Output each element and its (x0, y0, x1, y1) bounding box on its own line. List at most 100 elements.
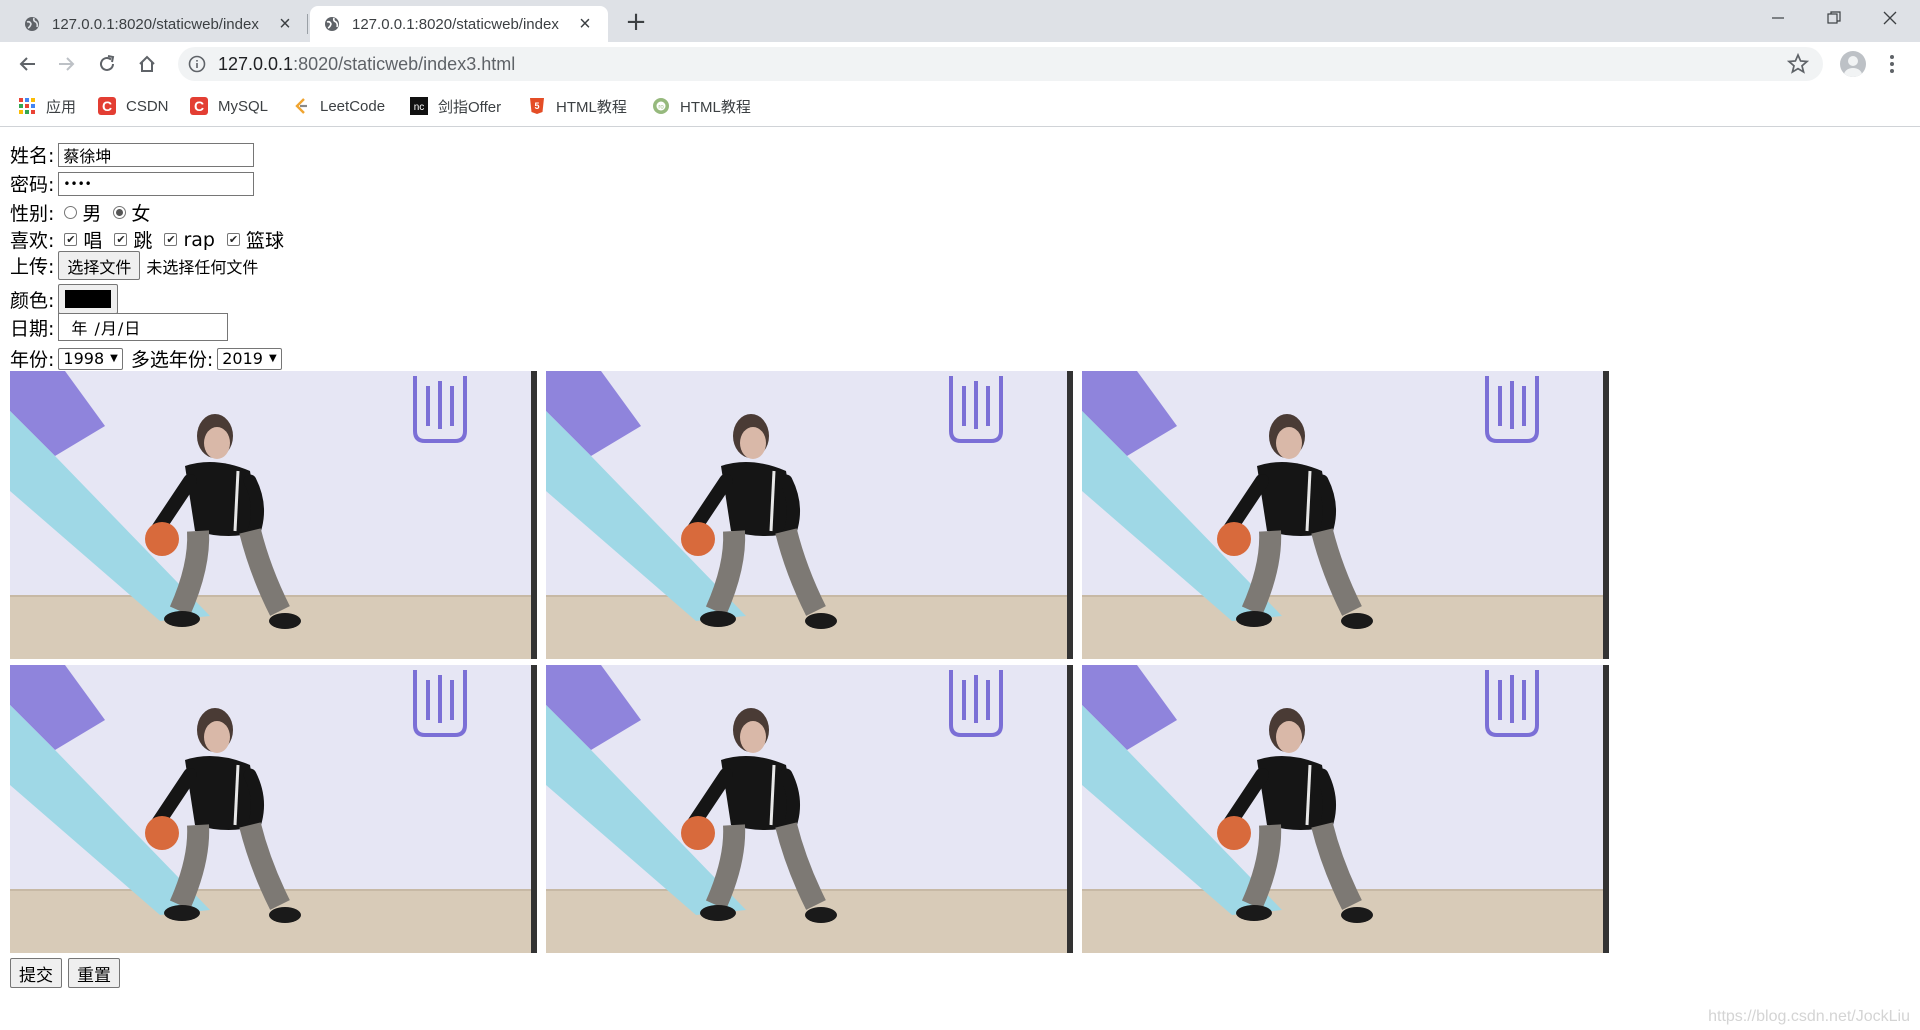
profile-avatar-icon[interactable] (1840, 51, 1866, 77)
bookmark-label: 应用 (46, 98, 77, 116)
basketball-dribble-gif (546, 665, 1073, 953)
back-arrow-icon[interactable] (13, 50, 41, 78)
dropdown-arrow-icon: ▼ (268, 353, 277, 364)
date-row: 日期: 年 /月/日 (10, 313, 229, 341)
bookmark-leetcode[interactable]: LeetCode (292, 94, 385, 118)
color-picker[interactable] (58, 284, 119, 314)
new-tab-plus-icon[interactable]: + (624, 9, 648, 35)
bookmark-html-tutorial-2[interactable]: ro HTML教程 (652, 94, 751, 118)
hobby-sing-label: 唱 (83, 230, 103, 252)
submit-button[interactable]: 提交 (10, 958, 62, 988)
url-host: 127.0.0.1 (218, 54, 294, 74)
tab-divider (307, 14, 308, 34)
url-path: :8020/staticweb/index3.html (293, 54, 516, 74)
multi-year-select-value: 2019 (222, 349, 263, 368)
bookmark-label: CSDN (126, 97, 169, 115)
bookmark-csdn[interactable]: C CSDN (98, 94, 169, 118)
file-status-text: 未选择任何文件 (146, 257, 259, 277)
hobby-dance-checkbox[interactable]: ✔ (114, 233, 128, 246)
dropdown-arrow-icon: ▼ (110, 353, 118, 364)
bookmark-html-tutorial-1[interactable]: 5 HTML教程 (528, 94, 627, 118)
address-bar[interactable]: 127.0.0.1:8020/staticweb/index3.html (178, 47, 1823, 81)
svg-text:nc: nc (414, 102, 425, 113)
year-select-value: 1998 (63, 349, 105, 368)
url-text[interactable]: 127.0.0.1:8020/staticweb/index3.html (218, 54, 515, 75)
svg-text:ro: ro (658, 105, 664, 111)
bookmark-label: HTML教程 (680, 98, 751, 116)
bookmark-label: 剑指Offer (438, 98, 502, 116)
bookmark-label: MySQL (218, 97, 269, 115)
reload-icon[interactable] (93, 50, 121, 78)
gender-label: 性别: (10, 203, 55, 225)
tab-strip: 127.0.0.1:8020/staticweb/index × 127.0.0… (0, 0, 1920, 42)
tab-title: 127.0.0.1:8020/staticweb/index (352, 15, 559, 33)
browser-toolbar: 127.0.0.1:8020/staticweb/index3.html (0, 42, 1920, 86)
tab-index-1[interactable]: 127.0.0.1:8020/staticweb/index × (10, 6, 308, 42)
multi-year-select[interactable]: 2019 ▼ (217, 347, 282, 370)
choose-file-button[interactable]: 选择文件 (58, 251, 141, 280)
year-select[interactable]: 1998 ▼ (58, 347, 123, 370)
name-row: 姓名: 蔡徐坤 (10, 141, 255, 168)
page-content: 姓名: 蔡徐坤 密码: •••• 性别: 男 女 喜欢: ✔ 唱 ✔ 跳 ✔ r… (0, 127, 1920, 1030)
form-actions: 提交 重置 (10, 958, 120, 988)
hobby-rap-label: rap (183, 228, 215, 251)
gender-row: 性别: 男 女 (10, 199, 150, 226)
hobby-row: 喜欢: ✔ 唱 ✔ 跳 ✔ rap ✔ 篮球 (10, 226, 284, 253)
basketball-dribble-gif (10, 665, 537, 953)
gender-male-radio[interactable] (64, 206, 78, 219)
bookmark-jianzhi-offer[interactable]: nc 剑指Offer (410, 94, 501, 118)
watermark: https://blog.csdn.net/JockLiu (1708, 1008, 1910, 1025)
bookmarks-bar: 应用 C CSDN C MySQL LeetCode nc 剑指Offer 5 … (0, 86, 1920, 127)
csdn-icon: C (98, 97, 116, 115)
forward-arrow-icon[interactable] (53, 50, 81, 78)
close-window-icon[interactable] (1862, 0, 1918, 36)
name-input[interactable]: 蔡徐坤 (58, 142, 255, 167)
color-swatch (65, 290, 112, 308)
svg-text:5: 5 (534, 101, 539, 111)
gender-female-radio[interactable] (113, 206, 127, 219)
restore-icon[interactable] (1806, 0, 1862, 36)
html5-icon: 5 (528, 97, 546, 115)
close-tab-icon[interactable]: × (576, 13, 594, 35)
hobby-label: 喜欢: (10, 230, 55, 252)
color-row: 颜色: (10, 284, 119, 314)
upload-label: 上传: (10, 256, 55, 278)
tab-title: 127.0.0.1:8020/staticweb/index (52, 15, 259, 33)
basketball-dribble-gif (1082, 665, 1609, 953)
date-label: 日期: (10, 317, 55, 340)
apps-grid-icon (18, 97, 36, 115)
reset-button[interactable]: 重置 (68, 958, 120, 988)
tab-index-2[interactable]: 127.0.0.1:8020/staticweb/index × (310, 6, 608, 42)
home-icon[interactable] (133, 50, 161, 78)
password-input[interactable]: •••• (58, 171, 255, 196)
bookmark-mysql[interactable]: C MySQL (190, 94, 268, 118)
color-label: 颜色: (10, 289, 55, 312)
basketball-dribble-gif (1082, 371, 1609, 659)
minimize-icon[interactable] (1750, 0, 1806, 36)
info-icon[interactable] (188, 55, 206, 73)
password-row: 密码: •••• (10, 170, 255, 197)
multi-year-label: 多选年份: (130, 349, 214, 371)
hobby-sing-checkbox[interactable]: ✔ (64, 233, 78, 246)
gender-male-label: 男 (82, 203, 102, 225)
gender-female-label: 女 (131, 203, 151, 225)
svg-text:C: C (102, 98, 112, 114)
globe-icon (25, 17, 39, 31)
hobby-rap-checkbox[interactable]: ✔ (164, 233, 178, 246)
close-tab-icon[interactable]: × (276, 13, 294, 35)
globe-icon (325, 17, 339, 31)
hobby-basketball-label: 篮球 (245, 230, 284, 252)
hobby-basketball-checkbox[interactable]: ✔ (226, 233, 240, 246)
bookmark-apps[interactable]: 应用 (18, 94, 76, 118)
bookmark-label: LeetCode (320, 97, 386, 115)
image-gallery (10, 371, 1612, 955)
year-label: 年份: (10, 349, 55, 371)
upload-row: 上传: 选择文件 未选择任何文件 (10, 251, 258, 280)
date-input[interactable]: 年 /月/日 (58, 313, 229, 341)
year-row: 年份: 1998 ▼ 多选年份: 2019 ▼ (10, 345, 282, 372)
kebab-menu-icon[interactable] (1886, 52, 1898, 76)
csdn-icon: C (190, 97, 208, 115)
basketball-dribble-gif (546, 371, 1073, 659)
bookmark-star-icon[interactable] (1787, 53, 1809, 75)
nowcoder-icon: nc (410, 97, 428, 115)
